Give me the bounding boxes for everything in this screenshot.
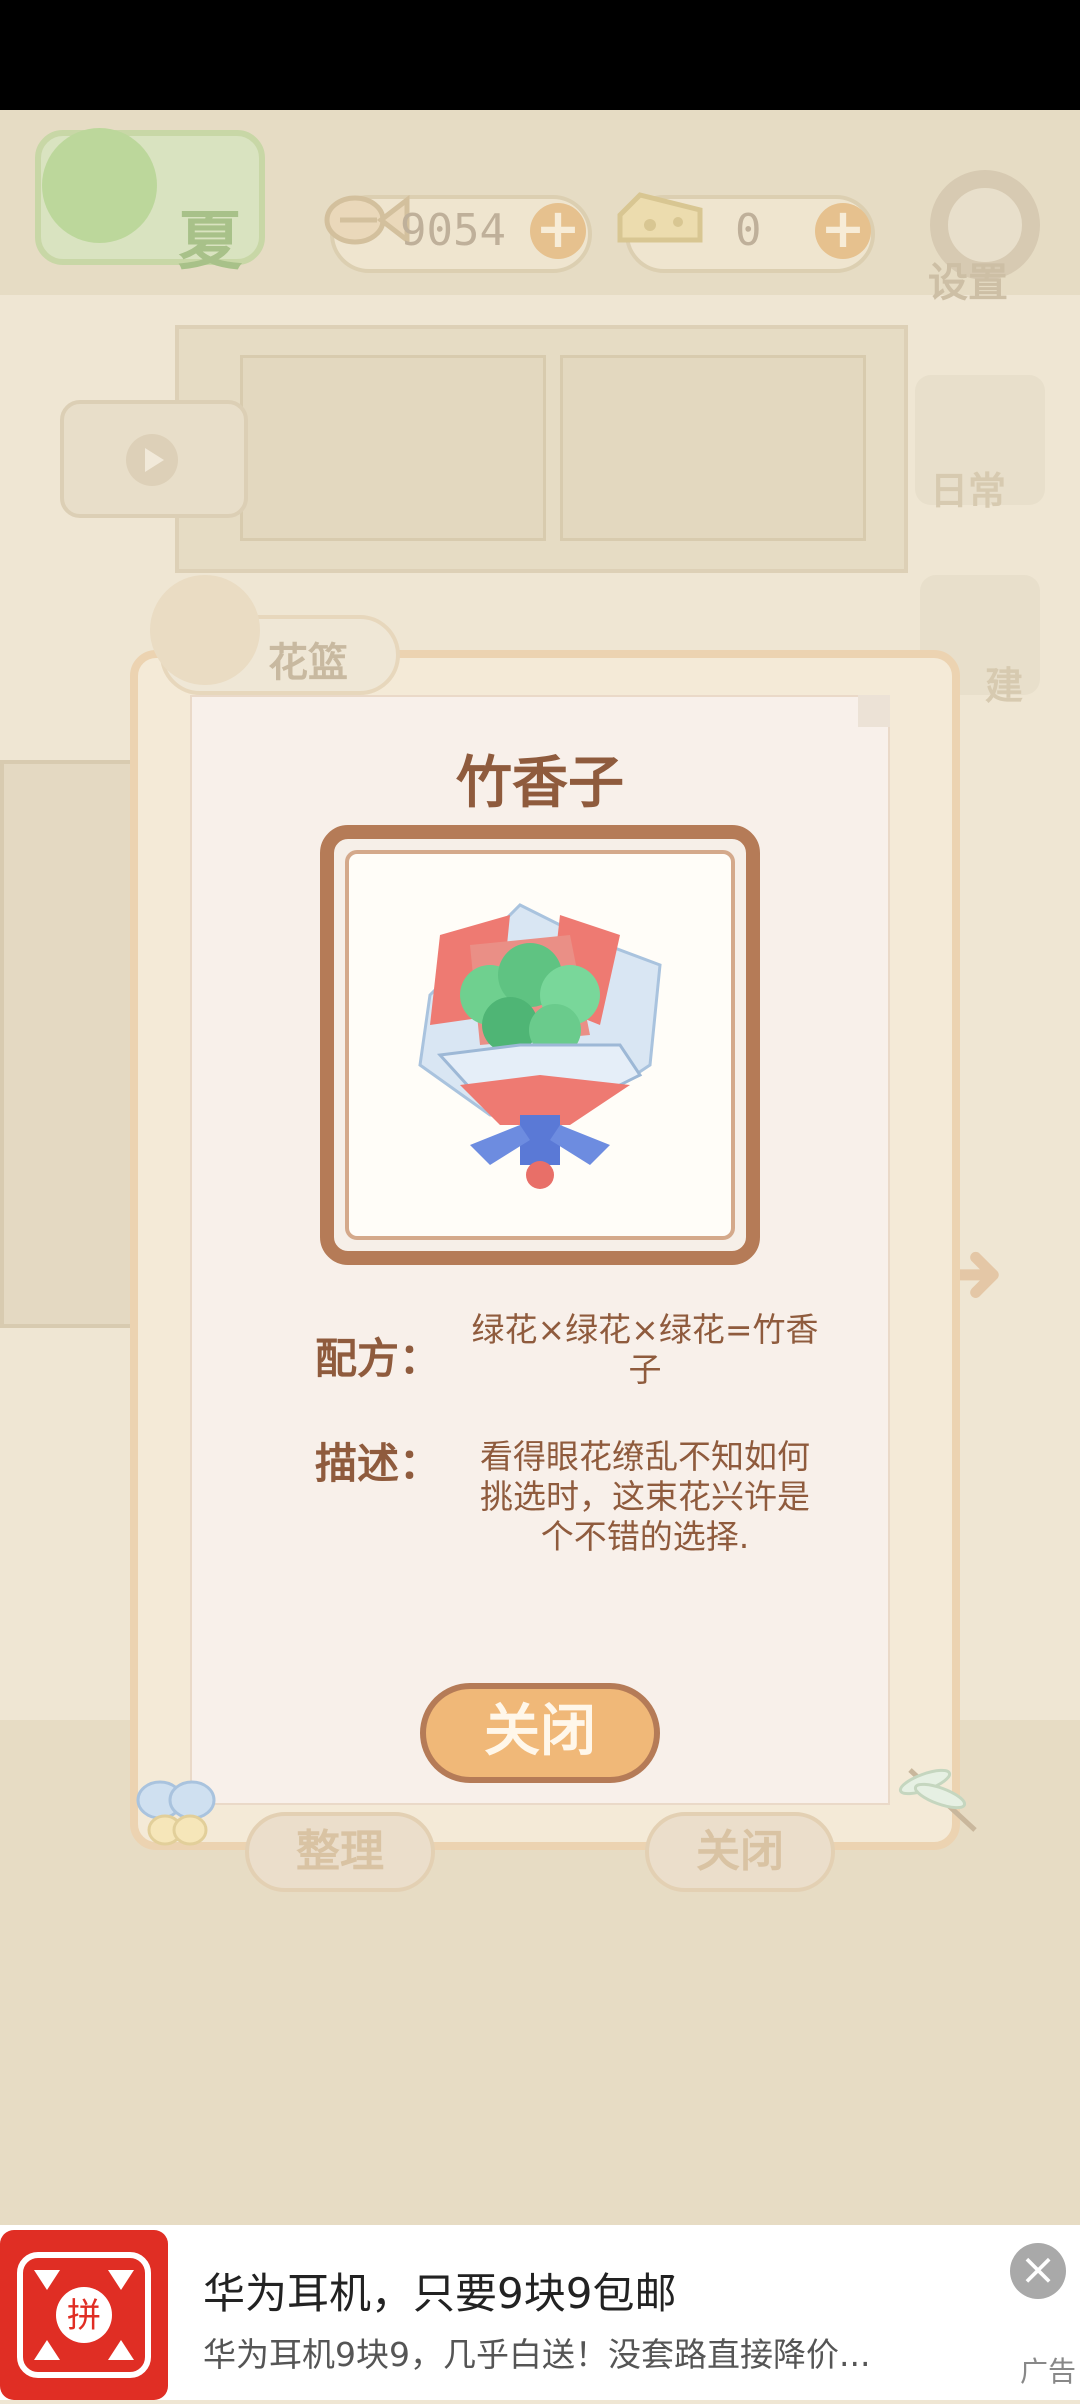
video-button[interactable] [60,400,248,518]
basket-icon [150,575,260,685]
description-label: 描述： [315,1439,442,1488]
ad-title[interactable]: 华为耳机，只要9块9包邮 [203,2260,676,2321]
tree-icon [42,128,157,243]
add-fish-button[interactable]: + [530,202,586,259]
ad-tag: 广告 [1020,2355,1077,2388]
left-cabinet [0,760,138,1328]
item-title: 竹香子 [456,751,624,816]
close-basket-button[interactable]: 关闭 [645,1812,835,1892]
recipe-label: 配方： [315,1334,442,1383]
sort-button[interactable]: 整理 [245,1812,435,1892]
pinduoduo-logo-icon: 拼 [17,2252,151,2378]
ad-logo[interactable]: 拼 [0,2230,168,2400]
ad-close-button[interactable]: × [1010,2243,1066,2299]
cheese-icon [617,192,703,243]
ad-logo-text: 拼 [67,2296,101,2336]
settings-label: 设置 [928,260,1008,306]
cheese-currency-value: 0 [735,205,762,256]
close-button[interactable]: 关闭 [420,1683,660,1783]
dragonfly-icon [898,1768,977,1832]
shelf-drawer [560,355,866,541]
daily-label: 日常 [930,469,1007,513]
bouquet-icon [418,903,662,1189]
ad-subtitle[interactable]: 华为耳机9块9，几乎白送！没套路直接降价... [203,2328,870,2376]
tab-label: 花篮 [268,640,348,686]
fish-currency-value: 9054 [400,205,506,256]
season-label: 夏 [178,205,242,279]
paper-fold [858,695,890,727]
build-label: 建 [985,664,1024,708]
shelf-drawer [240,355,546,541]
add-cheese-button[interactable]: + [815,202,871,259]
status-bar [0,0,1080,110]
recipe-text: 绿花×绿花×绿花=竹香子 [471,1310,819,1389]
butterfly-icon [136,1780,216,1846]
play-icon [126,434,178,486]
description-text: 看得眼花缭乱不知如何挑选时，这束花兴许是个不错的选择. [480,1437,810,1556]
